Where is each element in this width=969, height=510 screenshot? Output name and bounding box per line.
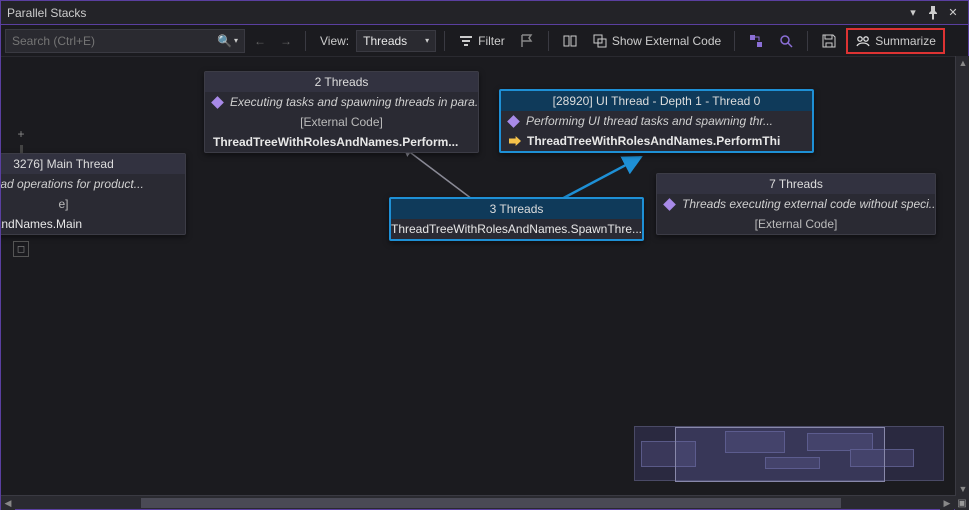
node-desc: in thread operations for product... — [1, 174, 185, 194]
separator — [807, 31, 808, 51]
view-dropdown[interactable]: Threads ▾ — [356, 30, 436, 52]
window-menu-button[interactable]: ▾ — [904, 4, 922, 22]
scroll-thumb[interactable] — [141, 498, 841, 508]
minimap-viewport[interactable] — [675, 427, 885, 482]
view-label: View: — [314, 34, 352, 48]
node-header: 2 Threads — [205, 72, 478, 92]
node-header: 7 Threads — [657, 174, 935, 194]
show-external-code-label: Show External Code — [612, 34, 721, 48]
filter-label: Filter — [478, 34, 505, 48]
nav-back-button[interactable]: ← — [249, 30, 271, 52]
diamond-icon — [211, 96, 224, 109]
separator — [305, 31, 306, 51]
node-ext: [External Code] — [205, 112, 478, 132]
node-desc: Performing UI thread tasks and spawning … — [501, 111, 812, 131]
node-main-thread[interactable]: 3276] Main Thread in thread operations f… — [1, 153, 186, 235]
separator — [734, 31, 735, 51]
scroll-down-icon[interactable]: ▼ — [956, 482, 969, 496]
node-desc: Threads executing external code without … — [657, 194, 935, 214]
scroll-right-icon[interactable]: ▶ — [940, 496, 954, 510]
separator — [444, 31, 445, 51]
node-two-threads[interactable]: 2 Threads Executing tasks and spawning t… — [204, 71, 479, 153]
filter-button[interactable]: Filter — [453, 30, 510, 52]
search-input-wrap[interactable]: 🔍 ▾ — [5, 29, 245, 53]
summarize-button[interactable]: Summarize — [850, 30, 941, 52]
node-frame[interactable]: ThreadTreeWithRolesAndNames.SpawnThre... — [391, 219, 642, 239]
node-header: 3276] Main Thread — [1, 154, 185, 174]
autoscroll-button[interactable] — [743, 30, 769, 52]
node-frame[interactable]: ThreadTreeWithRolesAndNames.PerformThi — [501, 131, 812, 151]
scroll-up-icon[interactable]: ▲ — [956, 56, 969, 70]
node-header: 3 Threads — [391, 199, 642, 219]
view-dropdown-value: Threads — [363, 34, 407, 48]
diamond-icon — [507, 115, 520, 128]
search-options-chevron-icon[interactable]: ▾ — [234, 36, 238, 45]
zoom-fit-icon[interactable]: ◻ — [13, 241, 29, 257]
resize-grip-icon[interactable]: ▣ — [955, 496, 969, 510]
scroll-left-icon[interactable]: ◀ — [1, 496, 15, 510]
panel-title: Parallel Stacks — [7, 6, 902, 20]
current-frame-arrow-icon — [509, 136, 521, 146]
node-ui-thread[interactable]: [28920] UI Thread - Depth 1 - Thread 0 P… — [499, 89, 814, 153]
graph-canvas[interactable]: + − ◻ 3276] Main Thread in thread operat… — [1, 57, 968, 495]
vertical-scrollbar[interactable]: ▲ ▼ — [955, 56, 969, 496]
node-seven-threads[interactable]: 7 Threads Threads executing external cod… — [656, 173, 936, 235]
flag-icon[interactable] — [514, 30, 540, 52]
summarize-label: Summarize — [875, 34, 936, 48]
node-frame[interactable]: ithRolesAndNames.Main — [1, 214, 185, 234]
search-input[interactable] — [12, 34, 217, 48]
chevron-down-icon: ▾ — [425, 36, 429, 45]
node-ext: e] — [1, 194, 185, 214]
node-desc: Executing tasks and spawning threads in … — [205, 92, 478, 112]
save-button[interactable] — [816, 30, 842, 52]
nav-forward-button[interactable]: → — [275, 30, 297, 52]
toggle-method-view-icon[interactable] — [557, 30, 583, 52]
diamond-icon — [663, 198, 676, 211]
separator — [548, 31, 549, 51]
summarize-highlight: Summarize — [846, 28, 945, 54]
pin-icon[interactable] — [924, 4, 942, 22]
node-header: [28920] UI Thread - Depth 1 - Thread 0 — [501, 91, 812, 111]
search-icon: 🔍 — [217, 34, 232, 48]
node-three-threads[interactable]: 3 Threads ThreadTreeWithRolesAndNames.Sp… — [389, 197, 644, 241]
zoom-in-icon[interactable]: + — [17, 127, 24, 141]
close-icon[interactable]: ✕ — [944, 4, 962, 22]
zoom-button[interactable] — [773, 30, 799, 52]
node-frame[interactable]: ThreadTreeWithRolesAndNames.Perform... — [205, 132, 478, 152]
horizontal-scrollbar[interactable]: ◀ ▶ — [1, 495, 968, 509]
minimap[interactable] — [634, 426, 944, 481]
show-external-code-button[interactable]: Show External Code — [587, 30, 726, 52]
node-ext: [External Code] — [657, 214, 935, 234]
